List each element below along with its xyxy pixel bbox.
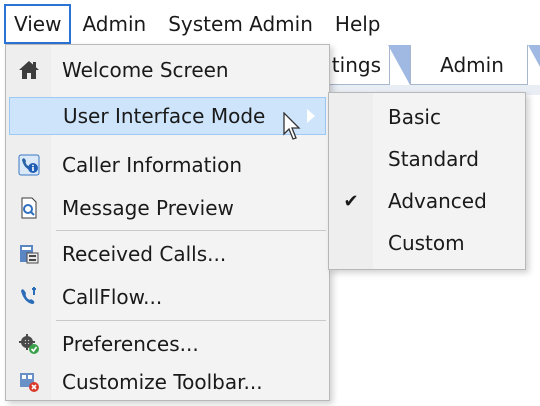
menu-bar: View Admin System Admin Help bbox=[0, 0, 540, 44]
menu-item-caller-information[interactable]: Caller Information bbox=[9, 146, 326, 184]
ui-mode-submenu: Basic Standard ✔ Advanced Custom bbox=[328, 92, 526, 270]
menu-item-user-interface-mode[interactable]: User Interface Mode bbox=[9, 97, 326, 135]
menu-item-callflow[interactable]: CallFlow... bbox=[9, 278, 326, 316]
menu-item-customize-toolbar[interactable]: Customize Toolbar... bbox=[9, 363, 326, 401]
submenu-item-label: Advanced bbox=[388, 189, 487, 213]
caller-info-icon bbox=[9, 146, 49, 184]
menu-item-message-preview[interactable]: Message Preview bbox=[9, 189, 326, 227]
submenu-arrow-icon bbox=[307, 109, 315, 123]
preferences-gear-icon bbox=[9, 325, 49, 363]
menu-item-label: Caller Information bbox=[62, 153, 242, 177]
menu-system-admin[interactable]: System Admin bbox=[157, 4, 324, 44]
submenu-item-label: Custom bbox=[388, 231, 465, 255]
tab-admin[interactable]: Admin bbox=[410, 45, 528, 85]
menu-item-label: CallFlow... bbox=[62, 285, 163, 309]
menu-item-welcome-screen[interactable]: Welcome Screen bbox=[9, 51, 326, 89]
view-menu: Welcome Screen User Interface Mode Calle… bbox=[5, 44, 330, 401]
menu-item-label: Message Preview bbox=[62, 196, 234, 220]
received-calls-icon bbox=[9, 235, 49, 273]
menu-help[interactable]: Help bbox=[324, 4, 392, 44]
menu-item-label: Received Calls... bbox=[62, 242, 227, 266]
submenu-item-custom[interactable]: Custom bbox=[331, 223, 523, 263]
tab-separator bbox=[528, 45, 540, 85]
menu-item-label: Preferences... bbox=[62, 332, 199, 356]
callflow-icon bbox=[9, 278, 49, 316]
menu-item-preferences[interactable]: Preferences... bbox=[9, 325, 326, 363]
submenu-item-standard[interactable]: Standard bbox=[331, 139, 523, 179]
empty-icon-slot bbox=[10, 97, 50, 135]
tab-strip: tings Admin bbox=[300, 45, 540, 97]
menu-item-label: User Interface Mode bbox=[63, 104, 266, 128]
submenu-item-label: Standard bbox=[388, 147, 479, 171]
submenu-item-label: Basic bbox=[388, 105, 441, 129]
menu-item-label: Welcome Screen bbox=[62, 58, 229, 82]
checkmark-icon: ✔ bbox=[343, 190, 359, 212]
submenu-item-basic[interactable]: Basic bbox=[331, 97, 523, 137]
message-preview-icon bbox=[9, 189, 49, 227]
mouse-cursor-icon bbox=[283, 112, 303, 142]
menu-item-label: Customize Toolbar... bbox=[62, 370, 263, 394]
menu-separator bbox=[56, 320, 326, 321]
menu-admin[interactable]: Admin bbox=[71, 4, 157, 44]
tab-separator bbox=[388, 45, 410, 85]
home-icon bbox=[9, 51, 49, 89]
menu-view[interactable]: View bbox=[4, 3, 72, 44]
menu-item-received-calls[interactable]: Received Calls... bbox=[9, 235, 326, 273]
menu-separator bbox=[56, 230, 326, 231]
submenu-item-advanced[interactable]: ✔ Advanced bbox=[331, 181, 523, 221]
customize-toolbar-icon bbox=[9, 363, 49, 401]
